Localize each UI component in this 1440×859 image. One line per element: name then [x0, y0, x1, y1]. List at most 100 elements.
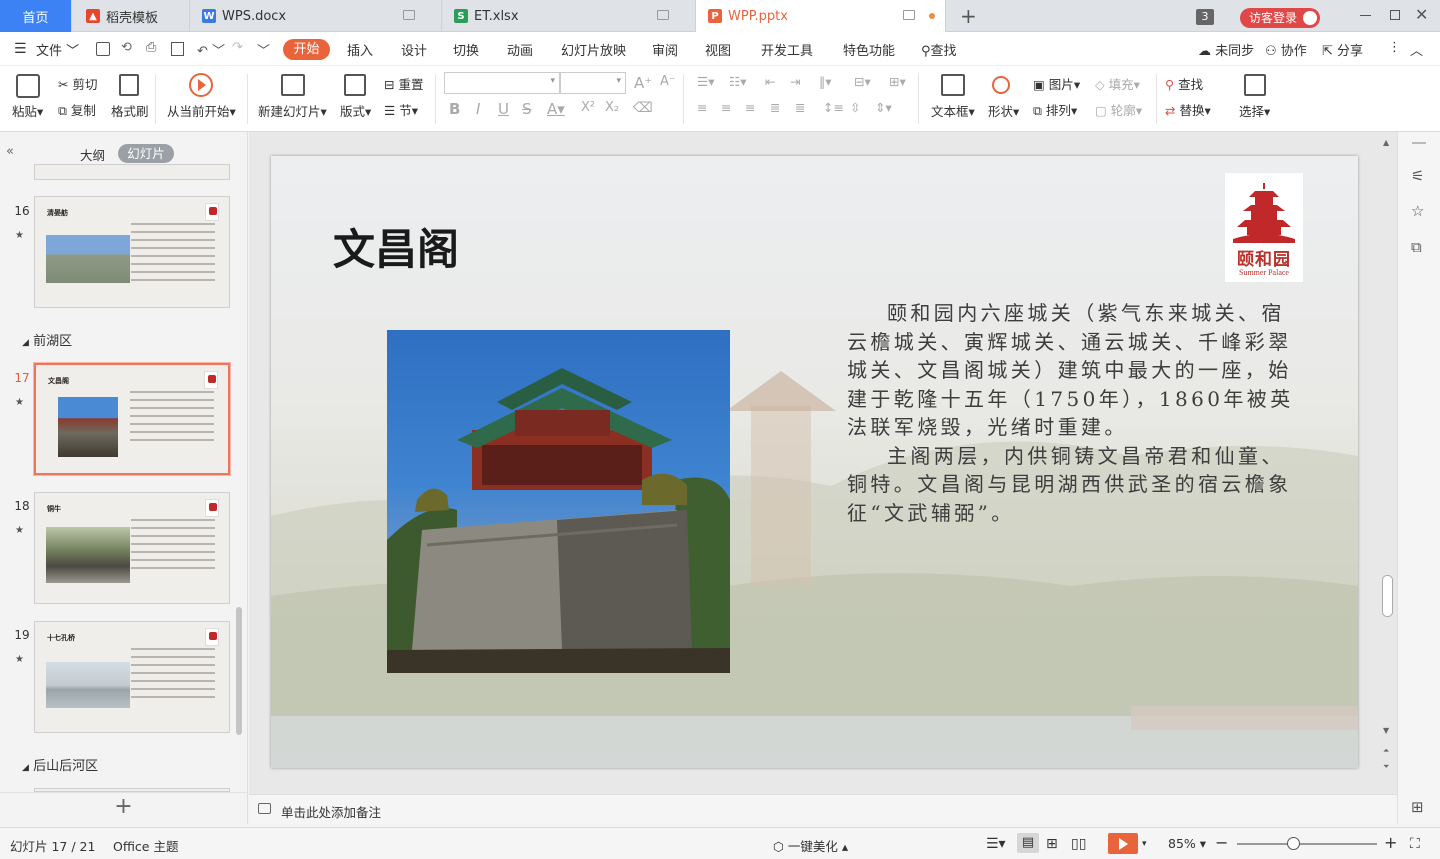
- cloud-sync-icon[interactable]: ⟲: [121, 40, 132, 55]
- file-menu[interactable]: 文件 ﹀: [36, 40, 79, 59]
- print-icon[interactable]: ⎙: [146, 40, 156, 55]
- share-button[interactable]: ⇱ 分享: [1322, 40, 1363, 59]
- arrange-button[interactable]: ⧉ 排列▾: [1033, 100, 1077, 119]
- new-tab-button[interactable]: +: [960, 4, 977, 28]
- shape-button[interactable]: 形状▾: [988, 101, 1019, 120]
- clear-format-icon[interactable]: ⌫: [633, 100, 653, 116]
- menu-tab-home[interactable]: 开始: [283, 39, 330, 60]
- menu-tab-review[interactable]: 审阅: [652, 40, 678, 59]
- properties-icon[interactable]: ⚟: [1411, 167, 1424, 185]
- increase-indent-icon[interactable]: ⇥: [790, 74, 800, 89]
- monitor-icon[interactable]: [403, 10, 415, 20]
- slide[interactable]: 文昌阁 颐和园 Summer Palace 颐和园内六座城关（紫气东来城关、宿云…: [271, 156, 1358, 768]
- next-slide-icon[interactable]: ⏷: [1383, 762, 1389, 772]
- bold-icon[interactable]: B: [449, 100, 460, 118]
- bullet-list-icon[interactable]: ☰▾: [697, 74, 714, 89]
- monitor-icon[interactable]: [903, 10, 915, 20]
- add-slide-button[interactable]: +: [0, 792, 247, 824]
- slide-thumbnail[interactable]: 十七孔桥: [34, 621, 230, 733]
- text-direction-icon[interactable]: ‖▾: [819, 74, 832, 89]
- tab-wpp-pptx[interactable]: P WPP.pptx: [696, 0, 946, 32]
- cut-button[interactable]: ✂ 剪切: [58, 74, 97, 93]
- sync-status[interactable]: ☁ 未同步: [1198, 40, 1254, 59]
- section-header[interactable]: ◢ 前湖区: [22, 330, 72, 349]
- transition-pane-icon[interactable]: ⧉: [1411, 238, 1422, 256]
- line-spacing-icon[interactable]: ↕≡: [823, 100, 844, 115]
- fill-button[interactable]: ◇ 填充▾: [1095, 74, 1140, 93]
- menu-tab-slideshow[interactable]: 幻灯片放映: [561, 40, 626, 59]
- animation-pane-icon[interactable]: ☆: [1411, 202, 1424, 220]
- menu-tab-transition[interactable]: 切换: [453, 40, 479, 59]
- scroll-up-icon[interactable]: ▲: [1383, 138, 1389, 147]
- reading-view-icon[interactable]: ▯▯: [1071, 836, 1086, 852]
- scroll-down-icon[interactable]: ▼: [1383, 726, 1389, 735]
- minimize-icon[interactable]: [1360, 15, 1371, 16]
- slide-photo[interactable]: [387, 330, 730, 673]
- play-from-current-button[interactable]: 从当前开始▾: [167, 101, 236, 120]
- menu-tab-animation[interactable]: 动画: [507, 40, 533, 59]
- picture-button[interactable]: ▣ 图片▾: [1033, 74, 1080, 93]
- collapse-panel-icon[interactable]: «: [6, 144, 14, 159]
- quick-access-more-icon[interactable]: ﹀: [257, 40, 270, 59]
- beautify-button[interactable]: ⬡ 一键美化 ▴: [773, 836, 848, 855]
- save-icon[interactable]: [96, 42, 110, 56]
- tab-slides[interactable]: 幻灯片: [118, 144, 174, 163]
- superscript-icon[interactable]: X²: [581, 100, 595, 115]
- menu-tab-design[interactable]: 设计: [401, 40, 427, 59]
- find-button[interactable]: ⚲ 查找: [1165, 74, 1203, 93]
- panel-scrollbar[interactable]: [236, 607, 242, 735]
- tab-outline[interactable]: 大纲: [80, 145, 105, 164]
- underline-icon[interactable]: U: [498, 100, 509, 118]
- slide-thumbnail[interactable]: [34, 164, 230, 180]
- menu-tab-insert[interactable]: 插入: [347, 40, 373, 59]
- more-options-icon[interactable]: ⋮: [1388, 40, 1401, 55]
- copy-button[interactable]: ⧉ 复制: [58, 100, 96, 119]
- slide-thumbnail[interactable]: 铜牛: [34, 492, 230, 604]
- fit-window-icon[interactable]: ⛶: [1410, 836, 1420, 852]
- slideshow-options-icon[interactable]: ▾: [1142, 839, 1147, 849]
- decrease-font-icon[interactable]: A⁻: [660, 74, 676, 89]
- menu-tab-developer[interactable]: 开发工具: [761, 40, 813, 59]
- paragraph-spacing-icon[interactable]: ⇳: [850, 100, 860, 115]
- section-button[interactable]: ☰ 节▾: [384, 100, 418, 119]
- slide-body-text[interactable]: 颐和园内六座城关（紫气东来城关、宿云檐城关、寅辉城关、通云城关、千峰彩翠城关、文…: [847, 299, 1307, 527]
- menu-tab-features[interactable]: 特色功能: [843, 40, 895, 59]
- close-icon[interactable]: ✕: [1415, 5, 1428, 24]
- task-grid-icon[interactable]: ⊞: [1411, 798, 1424, 816]
- font-color-icon[interactable]: A▾: [547, 100, 565, 118]
- theme-name[interactable]: Office 主题: [113, 836, 178, 855]
- align-left-icon[interactable]: ≡: [697, 100, 707, 115]
- collapse-ribbon-icon[interactable]: ︿: [1410, 40, 1423, 59]
- reset-button[interactable]: ⊟ 重置: [384, 74, 423, 93]
- textbox-button[interactable]: 文本框▾: [931, 101, 975, 120]
- tab-et-xlsx[interactable]: S ET.xlsx: [442, 0, 696, 32]
- font-name-select[interactable]: ▾: [444, 72, 560, 94]
- new-slide-button[interactable]: 新建幻灯片▾: [258, 101, 327, 120]
- replace-button[interactable]: ⇄ 替换▾: [1165, 100, 1211, 119]
- justify-icon[interactable]: ≣: [770, 100, 780, 115]
- zoom-slider[interactable]: [1237, 837, 1377, 850]
- font-size-select[interactable]: ▾: [560, 72, 626, 94]
- canvas-scrollbar[interactable]: [1382, 575, 1393, 617]
- monitor-icon[interactable]: [657, 10, 669, 20]
- sorter-view-icon[interactable]: ⊞: [1046, 836, 1058, 852]
- tab-wps-docx[interactable]: W WPS.docx: [190, 0, 442, 32]
- zoom-level[interactable]: 85% ▾: [1168, 836, 1206, 851]
- zoom-slider-thumb[interactable]: [1287, 837, 1300, 850]
- undo-icon[interactable]: ↶ ﹀: [197, 40, 225, 59]
- align-right-icon[interactable]: ≡: [745, 100, 755, 115]
- search-command[interactable]: ⚲查找: [921, 40, 957, 59]
- restore-icon[interactable]: [1390, 10, 1400, 20]
- spacing-more-icon[interactable]: ⇕▾: [875, 100, 892, 115]
- section-header[interactable]: ◢ 后山后河区: [22, 755, 98, 774]
- summer-palace-logo[interactable]: 颐和园 Summer Palace: [1225, 173, 1303, 282]
- normal-view-icon[interactable]: ▤: [1017, 833, 1039, 853]
- align-text-icon[interactable]: ⊞▾: [889, 74, 906, 89]
- slide-title[interactable]: 文昌阁: [333, 216, 459, 277]
- slide-thumbnail[interactable]: 清晏舫: [34, 196, 230, 308]
- menu-tab-view[interactable]: 视图: [705, 40, 731, 59]
- tab-docer[interactable]: ▲ 稻壳模板: [72, 0, 190, 32]
- layout-button[interactable]: 版式▾: [340, 101, 371, 120]
- login-button[interactable]: 访客登录: [1240, 8, 1320, 28]
- select-button[interactable]: 选择▾: [1239, 101, 1270, 120]
